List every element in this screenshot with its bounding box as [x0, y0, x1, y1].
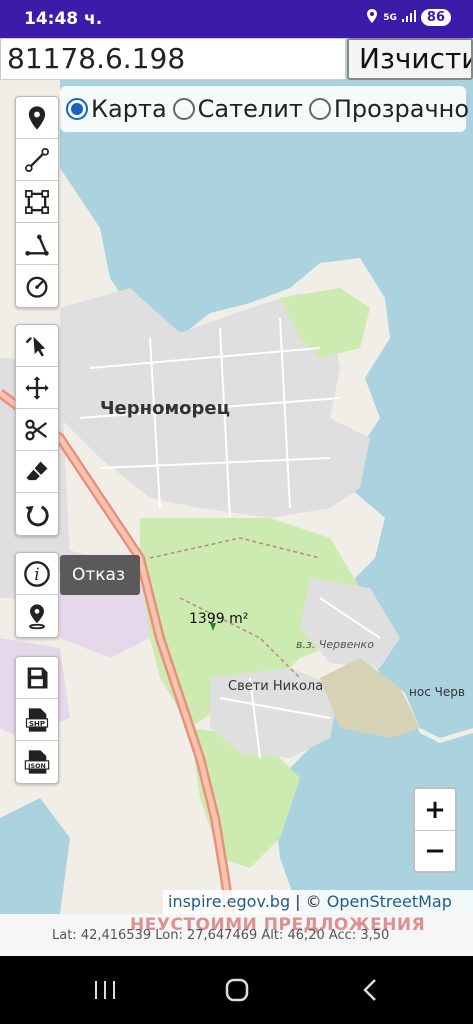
radio-transparent-label: Прозрачно [333, 95, 470, 123]
radio-transparent[interactable]: Прозрачно [308, 95, 470, 123]
erase-tool-button[interactable] [16, 451, 58, 493]
radio-button-icon [308, 98, 331, 120]
cadastral-id-input[interactable]: 81178.6.198 [0, 38, 346, 80]
status-icons: 5G 86 [366, 9, 451, 26]
back-icon [363, 979, 376, 1001]
map-label-cape: нос Черв [409, 685, 465, 699]
info-tool-button[interactable]: i [16, 553, 58, 595]
map-tiles [0, 38, 473, 914]
status-bar: 14:48 ч. 5G 86 [0, 0, 473, 38]
map-label-locality: в.з. Червенко [296, 638, 374, 651]
cancel-tooltip[interactable]: Отказ [60, 555, 140, 595]
export-json-button[interactable]: JSON [16, 741, 58, 783]
info-toolbar: i [15, 552, 59, 638]
export-toolbar: SHP JSON [15, 656, 59, 784]
svg-text:SHP: SHP [29, 719, 45, 727]
svg-text:i: i [34, 564, 39, 583]
network-type: 5G [383, 12, 397, 23]
move-icon [25, 375, 49, 400]
save-button[interactable] [16, 657, 58, 699]
select-pointer-icon [25, 336, 46, 356]
edit-toolbar [15, 324, 59, 536]
recent-apps-icon [95, 981, 115, 999]
move-tool-button[interactable] [16, 367, 58, 409]
radio-button-icon [66, 98, 88, 120]
polygon-icon [25, 189, 49, 214]
attribution-separator: | © [290, 892, 327, 911]
draw-toolbar [15, 96, 59, 308]
save-icon [27, 667, 48, 688]
angle-tool-button[interactable] [16, 223, 58, 265]
undo-tool-button[interactable] [16, 493, 58, 535]
circle-icon [26, 276, 48, 298]
select-tool-button[interactable] [16, 325, 58, 367]
position-readout: Lat: 42,416539 Lon: 27,647469 Alt: 46,20… [52, 928, 390, 943]
radio-map[interactable]: Карта [66, 95, 167, 123]
export-shp-button[interactable]: SHP [16, 699, 58, 741]
radio-button-icon [172, 98, 195, 120]
clear-button[interactable]: Изчисти [347, 38, 473, 80]
polygon-tool-button[interactable] [16, 181, 58, 223]
radio-satellite[interactable]: Сателит [172, 95, 303, 123]
zoom-control: + − [413, 787, 457, 873]
line-tool-button[interactable] [16, 139, 58, 181]
scissors-icon [25, 419, 48, 440]
shp-file-icon: SHP [25, 707, 49, 732]
json-file-icon: JSON [24, 750, 50, 774]
layer-radio-group: Карта Сателит Прозрачно [60, 86, 470, 132]
angle-icon [25, 234, 49, 256]
line-icon [25, 147, 49, 172]
attribution-inspire-link[interactable]: inspire.egov.bg [168, 892, 290, 911]
home-button[interactable] [217, 974, 257, 1006]
map-label-village: Свети Никола [228, 679, 324, 694]
status-time: 14:48 ч. [24, 9, 103, 29]
recent-apps-button[interactable] [85, 974, 125, 1006]
undo-icon [25, 505, 49, 527]
marker-tool-button[interactable] [16, 97, 58, 139]
attribution-osm-link[interactable]: OpenStreetMap [327, 892, 452, 911]
zoom-in-button[interactable]: + [415, 789, 455, 830]
cut-tool-button[interactable] [16, 409, 58, 451]
zoom-out-button[interactable]: − [415, 830, 455, 871]
map-attribution: inspire.egov.bg | © OpenStreetMap [163, 890, 473, 914]
marker-icon [28, 105, 46, 130]
map-label-city: Черноморец [100, 398, 230, 419]
radio-satellite-label: Сателит [197, 95, 303, 123]
map-label-area: 1399 m² [189, 611, 249, 627]
info-icon: i [24, 560, 50, 587]
signal-icon [401, 10, 416, 25]
svg-text:JSON: JSON [27, 762, 46, 770]
radio-map-label: Карта [91, 95, 167, 123]
pin-drop-tool-button[interactable] [16, 595, 58, 637]
battery-icon: 86 [420, 9, 451, 26]
pin-drop-icon [29, 604, 45, 630]
android-nav-bar [0, 956, 473, 1024]
back-button[interactable] [350, 974, 390, 1006]
circle-tool-button[interactable] [16, 265, 58, 307]
home-icon [225, 978, 249, 1002]
location-icon [366, 9, 378, 26]
map-view[interactable]: Черноморец 1399 m² в.з. Червенко Свети Н… [0, 38, 473, 914]
eraser-icon [26, 461, 48, 480]
